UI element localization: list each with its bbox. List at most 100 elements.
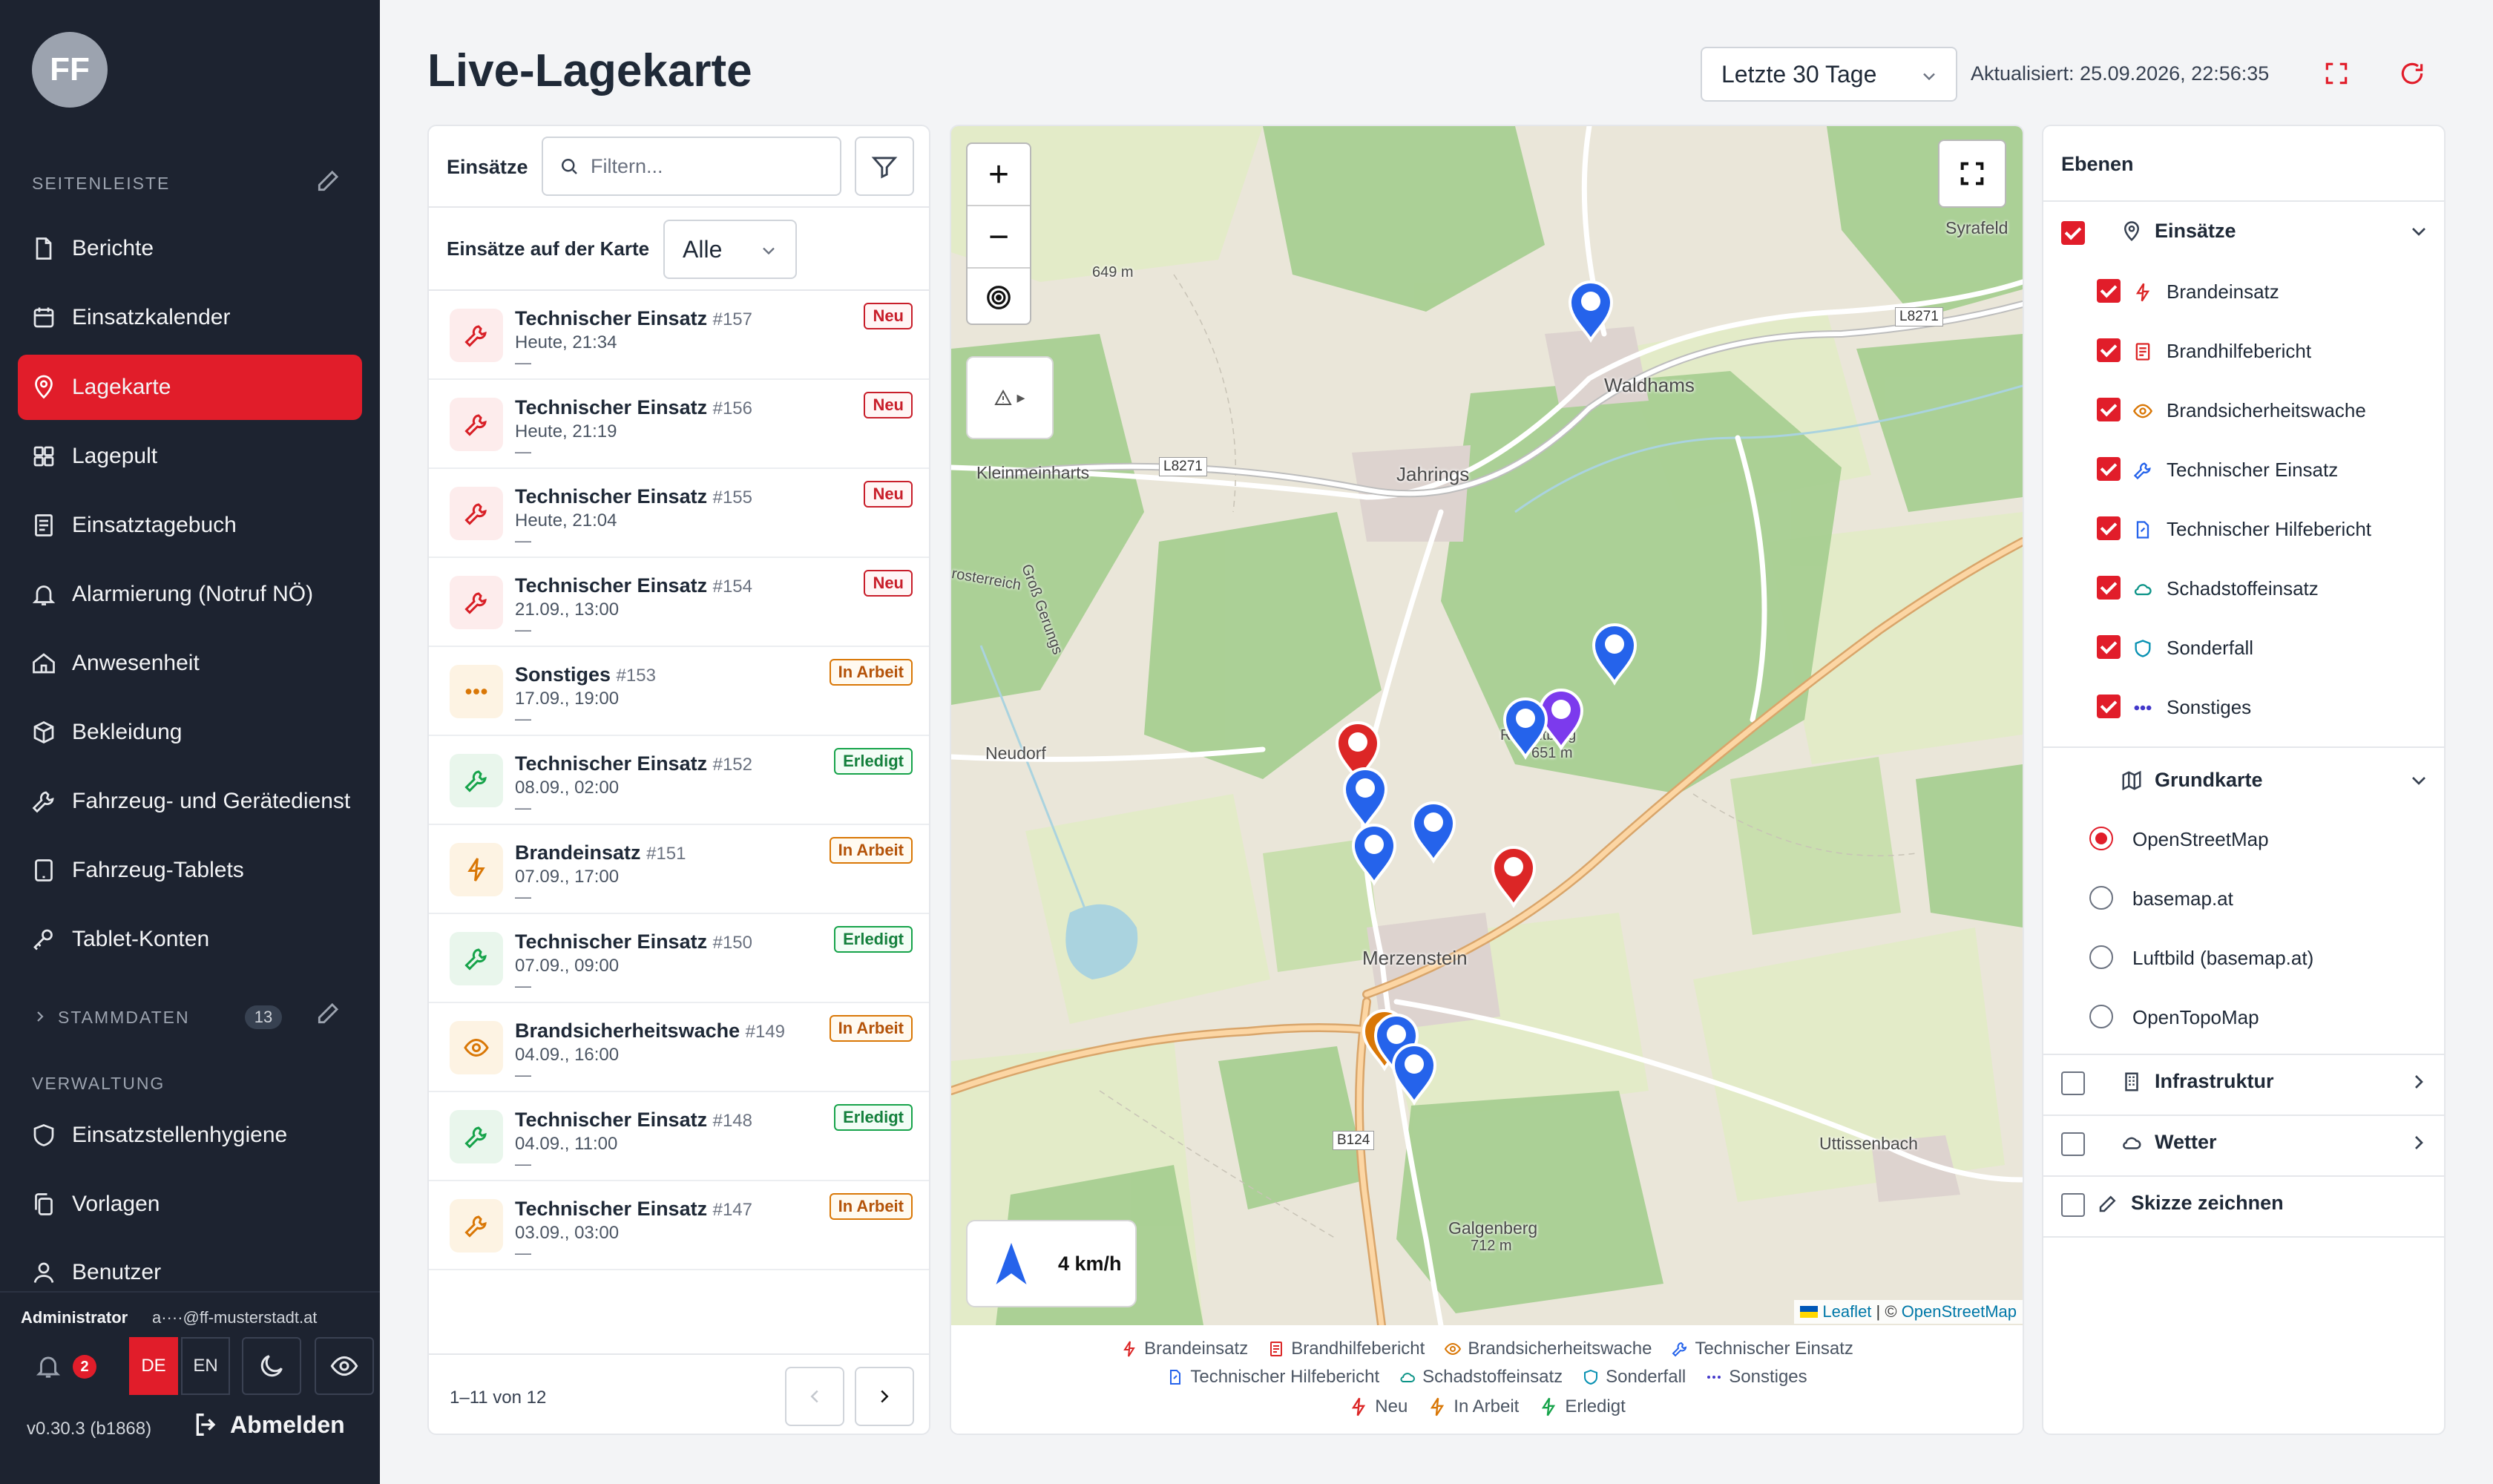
layer-item[interactable]: Technischer Einsatz <box>2132 459 2338 482</box>
sidebar-item-einsatztagebuch[interactable]: Einsatztagebuch <box>18 493 362 558</box>
basemap-luftbild-radio[interactable] <box>2089 945 2113 969</box>
zoom-out-button[interactable]: − <box>968 206 1030 267</box>
chevron-right-icon[interactable] <box>2407 1131 2431 1155</box>
locate-button[interactable] <box>968 267 1030 328</box>
basemap-basemapat-radio[interactable] <box>2089 886 2113 910</box>
map-fullscreen-button[interactable] <box>1938 139 2006 208</box>
layer-item[interactable]: Sonstiges <box>2132 696 2251 719</box>
basemap-osm-radio[interactable] <box>2089 827 2113 850</box>
divider <box>2043 1054 2444 1055</box>
incident-row[interactable]: Technischer Einsatz #157 Heute, 21:34— Neu <box>429 291 929 380</box>
layer-item[interactable]: Sonderfall <box>2132 637 2253 660</box>
skizze-checkbox[interactable] <box>2061 1193 2085 1217</box>
logout-button[interactable]: Abmelden <box>191 1410 345 1439</box>
pencil-icon[interactable] <box>315 999 343 1027</box>
sidebar-item-fahrzeugdienst[interactable]: Fahrzeug- und Gerätedienst <box>18 769 362 834</box>
chevron-right-icon[interactable] <box>31 1008 49 1025</box>
sidebar-item-berichte[interactable]: Berichte <box>18 216 362 281</box>
layer-item[interactable]: Brandhilfebericht <box>2132 340 2311 363</box>
prev-page-button[interactable] <box>785 1367 844 1426</box>
leaflet-link[interactable]: Leaflet <box>1822 1302 1871 1322</box>
sidebar-item-vorlagen[interactable]: Vorlagen <box>18 1172 362 1237</box>
refresh-icon[interactable] <box>2398 59 2426 88</box>
layer-checkbox[interactable] <box>2097 576 2121 600</box>
legend-item: In Arbeit <box>1427 1396 1519 1417</box>
layer-checkbox[interactable] <box>2097 338 2121 362</box>
incident-marker[interactable] <box>1568 280 1614 344</box>
layer-item[interactable]: Brandeinsatz <box>2132 280 2279 303</box>
sidebar-item-einsatzkalender[interactable]: Einsatzkalender <box>18 285 362 350</box>
stammdaten-toggle[interactable]: STAMMDATEN <box>58 1008 190 1028</box>
osm-link[interactable]: OpenStreetMap <box>1902 1302 2017 1322</box>
layer-item[interactable]: Brandsicherheitswache <box>2132 399 2366 422</box>
filter-input[interactable]: Filtern... <box>542 137 841 196</box>
map-canvas[interactable]: Syrafeld Waldhams Jahrings Kleinmeinhart… <box>951 126 2023 1325</box>
wetter-checkbox[interactable] <box>2061 1132 2085 1156</box>
incident-marker[interactable] <box>1410 801 1456 864</box>
incident-row[interactable]: Brandsicherheitswache #149 04.09., 16:00—… <box>429 1003 929 1092</box>
sidebar-item-anwesenheit[interactable]: Anwesenheit <box>18 631 362 696</box>
skizze-group[interactable]: Skizze zeichnen <box>2097 1192 2284 1215</box>
lang-de-button[interactable]: DE <box>129 1337 178 1395</box>
wetter-group[interactable]: Wetter <box>2121 1131 2217 1154</box>
layer-checkbox[interactable] <box>2097 457 2121 481</box>
lang-en-button[interactable]: EN <box>181 1337 230 1395</box>
einsaetze-checkbox[interactable] <box>2061 221 2085 245</box>
layer-checkbox[interactable] <box>2097 398 2121 421</box>
infrastruktur-group[interactable]: Infrastruktur <box>2121 1070 2274 1093</box>
basemap-opentopo-radio[interactable] <box>2089 1005 2113 1028</box>
incident-row[interactable]: Sonstiges #153 17.09., 19:00— In Arbeit <box>429 647 929 736</box>
incident-row[interactable]: Technischer Einsatz #148 04.09., 11:00— Er… <box>429 1092 929 1181</box>
layer-item[interactable]: Schadstoffeinsatz <box>2132 577 2319 600</box>
layer-item[interactable]: Technischer Hilfebericht <box>2132 518 2371 541</box>
sidebar-item-label: Bekleidung <box>72 720 183 744</box>
incident-marker[interactable] <box>1491 846 1537 909</box>
sidebar-item-alarmierung[interactable]: Alarmierung (Notruf NÖ) <box>18 562 362 627</box>
incident-row[interactable]: Technischer Einsatz #150 07.09., 09:00— Er… <box>429 914 929 1003</box>
divider <box>2043 1175 2444 1177</box>
view-toggle-button[interactable] <box>315 1337 374 1395</box>
incident-row[interactable]: Brandeinsatz #151 07.09., 17:00— In Arbeit <box>429 825 929 914</box>
wrench-icon <box>2133 462 2151 479</box>
sidebar-item-lagekarte[interactable]: Lagekarte <box>18 355 362 420</box>
grundkarte-group[interactable]: Grundkarte <box>2121 769 2263 792</box>
sidebar-item-tablet-konten[interactable]: Tablet-Konten <box>18 907 362 972</box>
incident-row[interactable]: Technischer Einsatz #147 03.09., 03:00— In… <box>429 1181 929 1270</box>
sidebar-item-einsatzstellenhygiene[interactable]: Einsatzstellenhygiene <box>18 1103 362 1168</box>
incident-marker[interactable] <box>1592 623 1638 686</box>
sidebar-item-lagepult[interactable]: Lagepult <box>18 424 362 489</box>
incident-row[interactable]: Technischer Einsatz #155 Heute, 21:04— Neu <box>429 469 929 558</box>
incident-marker[interactable] <box>1391 1043 1437 1106</box>
dark-mode-button[interactable] <box>242 1337 301 1395</box>
warnings-button[interactable]: ▸ <box>966 356 1054 439</box>
sidebar-item-benutzer[interactable]: Benutzer <box>18 1240 362 1305</box>
fullscreen-icon[interactable] <box>2322 59 2351 88</box>
pencil-icon[interactable] <box>315 166 343 194</box>
layer-checkbox[interactable] <box>2097 635 2121 659</box>
incident-marker[interactable] <box>1351 824 1397 887</box>
infrastruktur-checkbox[interactable] <box>2061 1071 2085 1095</box>
avatar[interactable]: FF <box>32 32 108 108</box>
map-filter-select[interactable]: Alle <box>663 220 797 279</box>
incident-row[interactable]: Technischer Einsatz #152 08.09., 02:00— Er… <box>429 736 929 825</box>
next-page-button[interactable] <box>855 1367 914 1426</box>
layer-checkbox[interactable] <box>2097 516 2121 540</box>
incident-marker[interactable] <box>1342 767 1388 830</box>
notifications-bell-icon[interactable] <box>34 1352 62 1380</box>
chevron-down-icon[interactable] <box>2407 769 2431 792</box>
filter-button[interactable] <box>855 137 914 196</box>
sidebar-item-bekleidung[interactable]: Bekleidung <box>18 700 362 765</box>
layer-checkbox[interactable] <box>2097 279 2121 303</box>
zoom-in-button[interactable]: + <box>968 144 1030 205</box>
chevron-down-icon[interactable] <box>2407 220 2431 243</box>
basemap-option-label: Luftbild (basemap.at) <box>2132 947 2314 969</box>
chevron-right-icon[interactable] <box>2407 1070 2431 1094</box>
layer-checkbox[interactable] <box>2097 695 2121 718</box>
incident-row[interactable]: Technischer Einsatz #154 21.09., 13:00— Ne… <box>429 558 929 647</box>
time-range-select[interactable]: Letzte 30 Tage <box>1701 47 1957 102</box>
sidebar-item-fahrzeug-tablets[interactable]: Fahrzeug-Tablets <box>18 838 362 903</box>
einsaetze-group[interactable]: Einsätze <box>2121 220 2236 243</box>
notification-count: 2 <box>73 1355 96 1379</box>
incident-marker[interactable] <box>1502 697 1548 761</box>
incident-row[interactable]: Technischer Einsatz #156 Heute, 21:19— Neu <box>429 380 929 469</box>
